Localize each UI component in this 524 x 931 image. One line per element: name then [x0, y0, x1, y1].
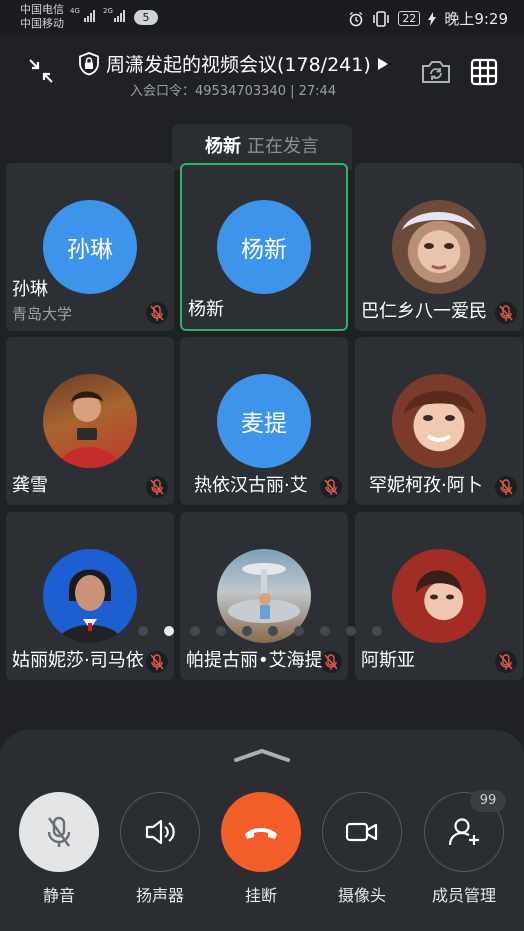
participant-tile[interactable]: 孙琳 孙琳 青岛大学 — [6, 163, 174, 331]
participant-tile-active[interactable]: 杨新 杨新 — [180, 163, 348, 331]
participant-tile[interactable]: 巴仁乡八一爱民 — [355, 163, 523, 331]
participant-tile[interactable]: 阿斯亚 — [355, 512, 523, 680]
control-panel: 静音 扬声器 挂断 摄像头 成员管理 99 — [0, 730, 524, 931]
mic-off-icon — [320, 476, 342, 498]
portrait-young-woman — [402, 211, 476, 270]
alarm-icon — [349, 11, 363, 26]
play-arrow-icon — [377, 57, 388, 70]
speaker-status: 正在发言 — [247, 136, 319, 157]
notification-count-badge: 5 — [134, 10, 158, 25]
mic-off-icon — [146, 476, 168, 498]
video-camera-icon — [345, 822, 378, 842]
participant-organization: 青岛大学 — [12, 305, 73, 323]
meeting-password-duration: 入会口令：49534703340 | 27:44 — [130, 84, 337, 99]
participant-name: 龚雪 — [12, 475, 48, 496]
participant-name: 孙琳 — [12, 279, 48, 300]
avatar: 麦提 — [217, 374, 311, 468]
vibrate-icon — [373, 10, 390, 27]
avatar-photo — [392, 200, 486, 294]
mic-off-icon — [495, 302, 517, 324]
mute-label: 静音 — [42, 886, 75, 905]
page-dot[interactable] — [190, 626, 200, 636]
portrait-formal-woman — [57, 569, 123, 643]
shield-lock-icon — [79, 51, 99, 75]
member-count-badge: 99 — [470, 790, 506, 812]
carrier-2: 中国移动 — [20, 17, 64, 30]
clock-time: 晚上9:29 — [444, 10, 508, 28]
network-type-1: 4G — [70, 7, 80, 15]
participant-name: 热依汉古丽·艾 — [194, 475, 308, 496]
mic-off-icon — [495, 476, 517, 498]
meeting-title: 周潇发起的视频会议(178/241) — [106, 54, 371, 76]
meeting-title-row[interactable]: 周潇发起的视频会议(178/241) — [78, 50, 389, 77]
network-type-2: 2G — [103, 7, 113, 15]
page-indicator[interactable] — [138, 626, 382, 636]
hangup-button[interactable] — [221, 792, 301, 872]
hangup-phone-icon — [245, 828, 277, 839]
speaker-icon — [145, 819, 175, 845]
participant-tile[interactable]: 帕提古丽•艾海提 — [180, 512, 348, 680]
avatar-photo — [392, 549, 486, 643]
mic-off-icon — [320, 651, 342, 673]
mic-off-icon — [47, 816, 71, 847]
page-dot[interactable] — [268, 626, 278, 636]
carrier-1: 中国电信 — [20, 3, 64, 16]
mic-off-icon — [495, 651, 517, 673]
participant-name: 巴仁乡八一爱民 — [361, 301, 487, 322]
portrait-woman-camera — [59, 391, 121, 468]
page-dot[interactable] — [320, 626, 330, 636]
mute-button[interactable] — [19, 792, 99, 872]
hangup-control[interactable]: 挂断 — [220, 792, 302, 906]
camera-label: 摄像头 — [337, 886, 386, 905]
participant-tile[interactable]: 罕妮柯孜·阿卜 — [355, 337, 523, 505]
minimize-icon[interactable] — [26, 56, 56, 86]
add-member-icon — [448, 818, 479, 846]
speaker-button[interactable] — [120, 792, 200, 872]
participant-tile[interactable]: 龚雪 — [6, 337, 174, 505]
battery-level: 22 — [398, 11, 421, 26]
hangup-label: 挂断 — [244, 886, 277, 905]
mic-off-icon — [146, 651, 168, 673]
page-dot[interactable] — [164, 626, 174, 636]
signal-icon — [84, 10, 95, 22]
avatar-photo — [43, 374, 137, 468]
page-dot[interactable] — [346, 626, 356, 636]
page-dot[interactable] — [372, 626, 382, 636]
participant-name: 罕妮柯孜·阿卜 — [369, 475, 483, 496]
participant-name: 阿斯亚 — [361, 650, 415, 671]
page-dot[interactable] — [216, 626, 226, 636]
status-right: 22 晚上9:29 — [348, 8, 508, 29]
mute-control[interactable]: 静音 — [18, 792, 100, 906]
speaker-name: 杨新 — [205, 136, 241, 157]
meeting-header: 周潇发起的视频会议(178/241) 入会口令：49534703340 | 27… — [0, 36, 524, 106]
portrait-smiling-girl — [404, 390, 474, 442]
page-dot[interactable] — [242, 626, 252, 636]
mic-off-icon — [146, 302, 168, 324]
switch-camera-icon[interactable] — [420, 58, 452, 86]
speaker-label: 扬声器 — [135, 886, 184, 905]
signal-icon — [114, 10, 125, 22]
avatar-photo — [392, 374, 486, 468]
speaker-control[interactable]: 扬声器 — [119, 792, 201, 906]
camera-button[interactable] — [322, 792, 402, 872]
charging-icon — [428, 11, 437, 26]
camera-control[interactable]: 摄像头 — [321, 792, 403, 906]
grid-layout-icon[interactable] — [468, 56, 500, 88]
participant-name: 帕提古丽•艾海提 — [186, 650, 323, 671]
portrait-woman-red — [416, 570, 462, 600]
members-label: 成员管理 — [431, 886, 496, 905]
participant-tile[interactable]: 姑丽妮莎·司马依 — [6, 512, 174, 680]
drag-handle-icon[interactable] — [232, 748, 292, 762]
avatar: 杨新 — [217, 200, 311, 294]
participant-tile[interactable]: 麦提 热依汉古丽·艾 — [180, 337, 348, 505]
avatar: 孙琳 — [43, 200, 137, 294]
page-dot[interactable] — [138, 626, 148, 636]
carrier-labels: 中国电信 中国移动 — [20, 3, 64, 31]
avatar-photo — [43, 549, 137, 643]
participant-name: 姑丽妮莎·司马依 — [12, 650, 144, 671]
participant-name: 杨新 — [188, 299, 224, 320]
page-dot[interactable] — [294, 626, 304, 636]
status-bar: 中国电信 中国移动 4G 2G 5 22 晚上9:29 — [0, 0, 524, 36]
